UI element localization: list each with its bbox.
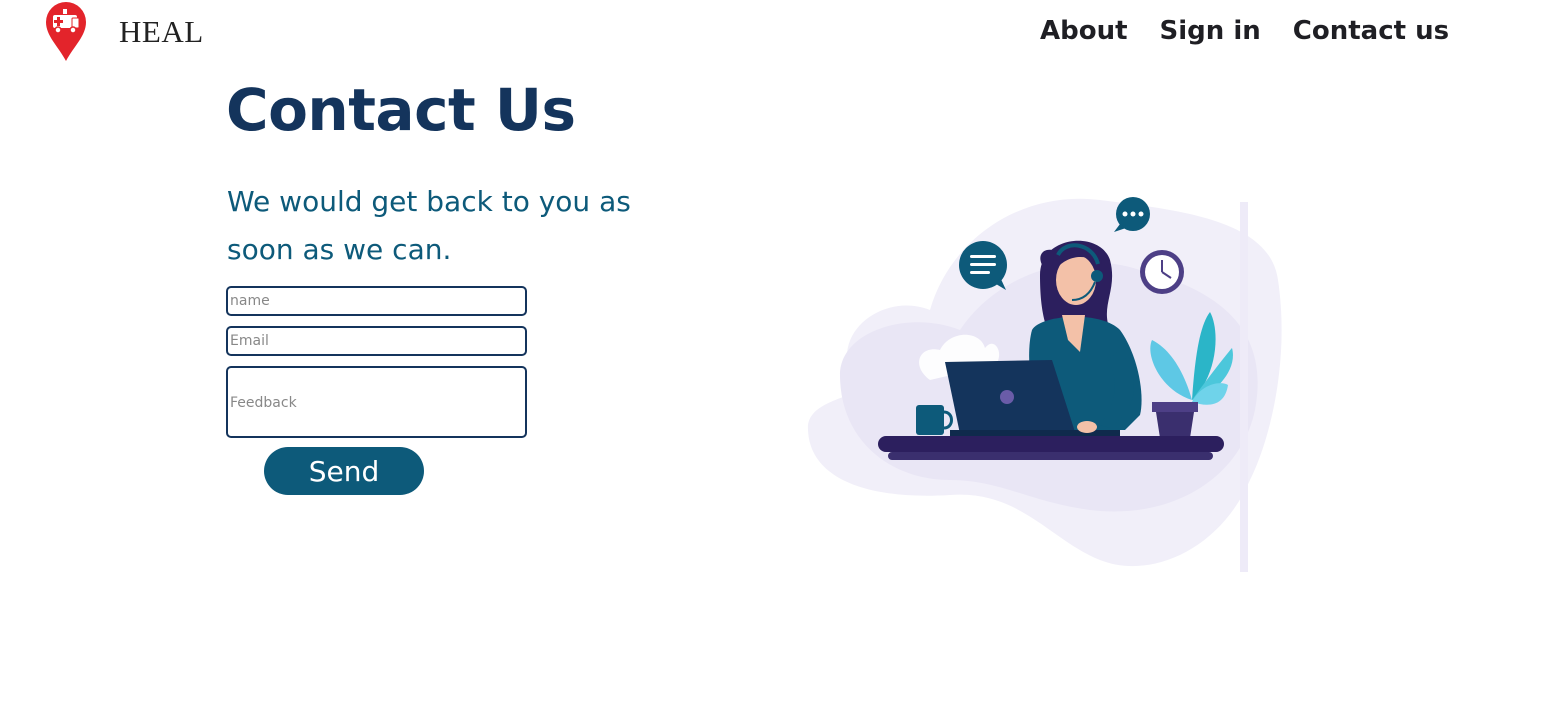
page-title: Contact Us	[226, 76, 576, 144]
page-subtitle: We would get back to you as soon as we c…	[227, 185, 631, 266]
email-field[interactable]	[226, 326, 527, 356]
top-nav: About Sign in Contact us	[1040, 16, 1449, 46]
brand-name[interactable]: HEAL	[119, 14, 204, 50]
nav-contact-us[interactable]: Contact us	[1293, 16, 1449, 46]
nav-sign-in[interactable]: Sign in	[1160, 16, 1261, 46]
name-field[interactable]	[226, 286, 527, 316]
ambulance-location-pin-icon[interactable]	[44, 2, 88, 62]
customer-support-illustration	[807, 197, 1282, 572]
send-button[interactable]: Send	[264, 447, 424, 495]
feedback-field[interactable]	[226, 366, 527, 438]
nav-about[interactable]: About	[1040, 16, 1128, 46]
